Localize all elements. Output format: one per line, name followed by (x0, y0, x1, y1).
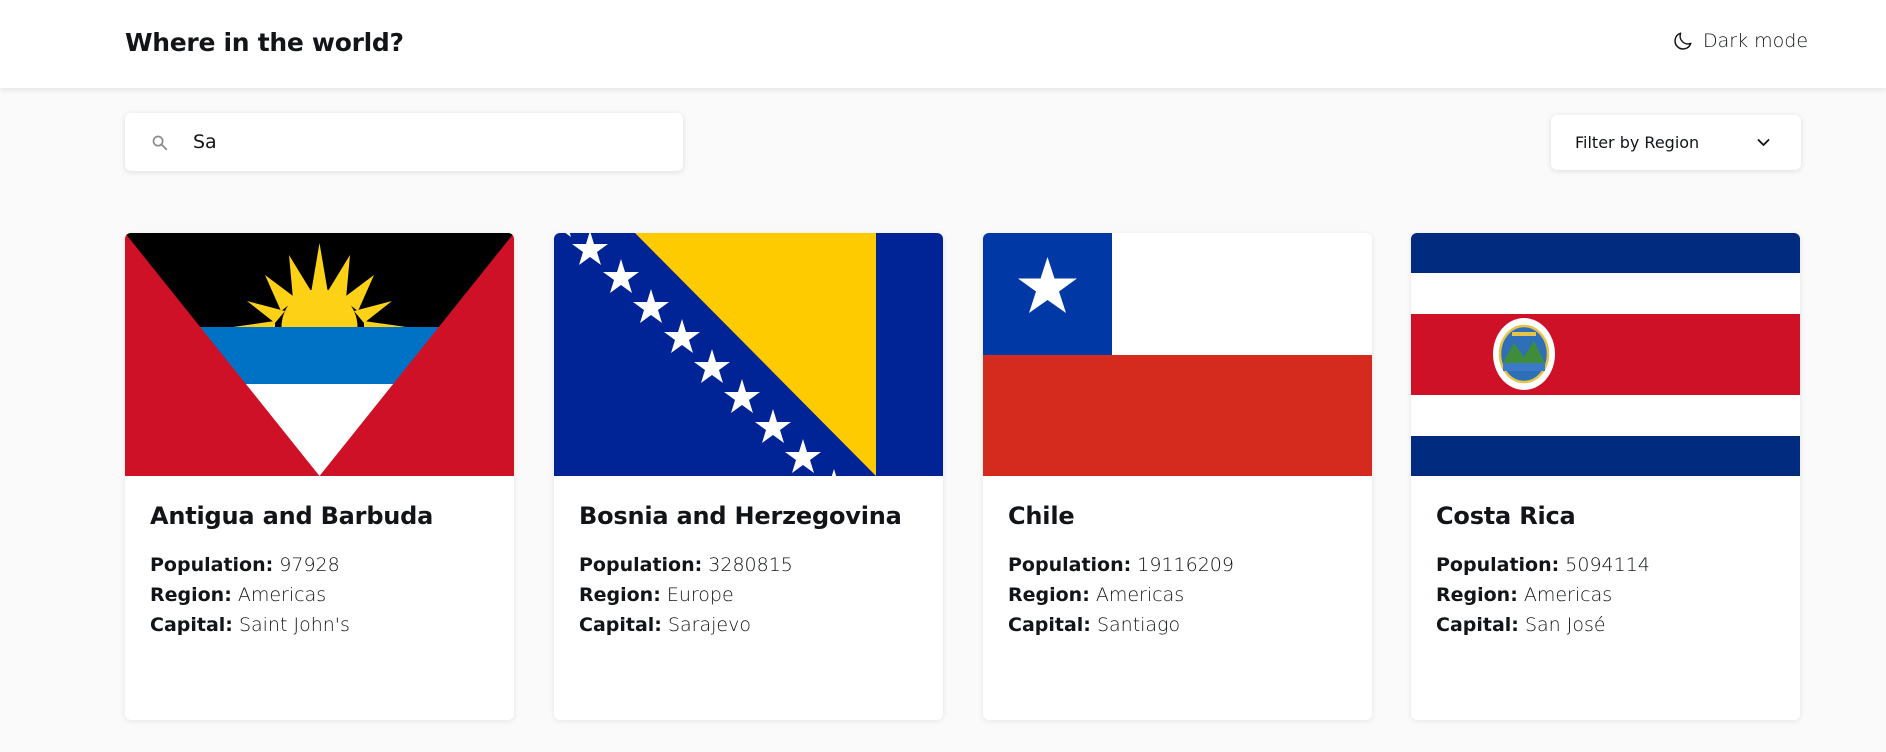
chevron-down-icon (1757, 139, 1770, 146)
region-row: Region: Americas (1008, 584, 1184, 606)
costa-rica-flag (1411, 233, 1800, 476)
population-value: 5094114 (1565, 554, 1650, 576)
search-input[interactable] (193, 113, 663, 171)
country-name: Antigua and Barbuda (150, 502, 434, 530)
country-card[interactable]: Bosnia and Herzegovina Population: 32808… (554, 233, 943, 720)
capital-row: Capital: San José (1436, 614, 1606, 636)
region-row: Region: Americas (1436, 584, 1612, 606)
region-row: Region: Americas (150, 584, 326, 606)
capital-row: Capital: Sarajevo (579, 614, 751, 636)
capital-value: Sarajevo (667, 614, 751, 636)
country-card[interactable]: Chile Population: 19116209 Region: Ameri… (983, 233, 1372, 720)
population-label: Population: (150, 554, 274, 576)
population-value: 97928 (279, 554, 340, 576)
region-label: Region: (150, 584, 232, 606)
country-name: Costa Rica (1436, 502, 1576, 530)
dark-mode-label: Dark mode (1703, 30, 1809, 52)
capital-row: Capital: Santiago (1008, 614, 1180, 636)
moon-icon (1674, 32, 1692, 50)
app-header: Where in the world? Dark mode (0, 0, 1886, 88)
population-row: Population: 5094114 (1436, 554, 1650, 576)
capital-label: Capital: (150, 614, 233, 636)
region-label: Region: (579, 584, 661, 606)
region-label: Region: (1008, 584, 1090, 606)
population-row: Population: 3280815 (579, 554, 793, 576)
capital-label: Capital: (1436, 614, 1519, 636)
country-name: Bosnia and Herzegovina (579, 502, 902, 530)
region-value: Americas (1095, 584, 1185, 606)
population-value: 3280815 (708, 554, 793, 576)
population-label: Population: (1436, 554, 1560, 576)
population-row: Population: 19116209 (1008, 554, 1234, 576)
capital-row: Capital: Saint John's (150, 614, 350, 636)
bosnia-and-herzegovina-flag (554, 233, 943, 476)
app-title: Where in the world? (125, 28, 404, 57)
region-value: Americas (237, 584, 327, 606)
country-card[interactable]: Costa Rica Population: 5094114 Region: A… (1411, 233, 1800, 720)
capital-value: Santiago (1096, 614, 1181, 636)
capital-value: Saint John's (238, 614, 350, 636)
capital-label: Capital: (1008, 614, 1091, 636)
search-icon (152, 135, 168, 151)
population-label: Population: (579, 554, 703, 576)
region-filter-dropdown[interactable]: Filter by Region (1551, 115, 1801, 170)
antigua-and-barbuda-flag (125, 233, 514, 476)
country-card[interactable]: Antigua and Barbuda Population: 97928 Re… (125, 233, 514, 720)
population-value: 19116209 (1137, 554, 1234, 576)
region-value: Europe (666, 584, 734, 606)
search-box (125, 113, 683, 171)
region-filter-label: Filter by Region (1575, 133, 1700, 152)
region-label: Region: (1436, 584, 1518, 606)
capital-label: Capital: (579, 614, 662, 636)
capital-value: San José (1524, 614, 1606, 636)
country-name: Chile (1008, 502, 1075, 530)
region-value: Americas (1523, 584, 1613, 606)
region-row: Region: Europe (579, 584, 734, 606)
population-row: Population: 97928 (150, 554, 340, 576)
dark-mode-toggle[interactable]: Dark mode (1672, 30, 1808, 52)
population-label: Population: (1008, 554, 1132, 576)
chile-flag (983, 233, 1372, 476)
